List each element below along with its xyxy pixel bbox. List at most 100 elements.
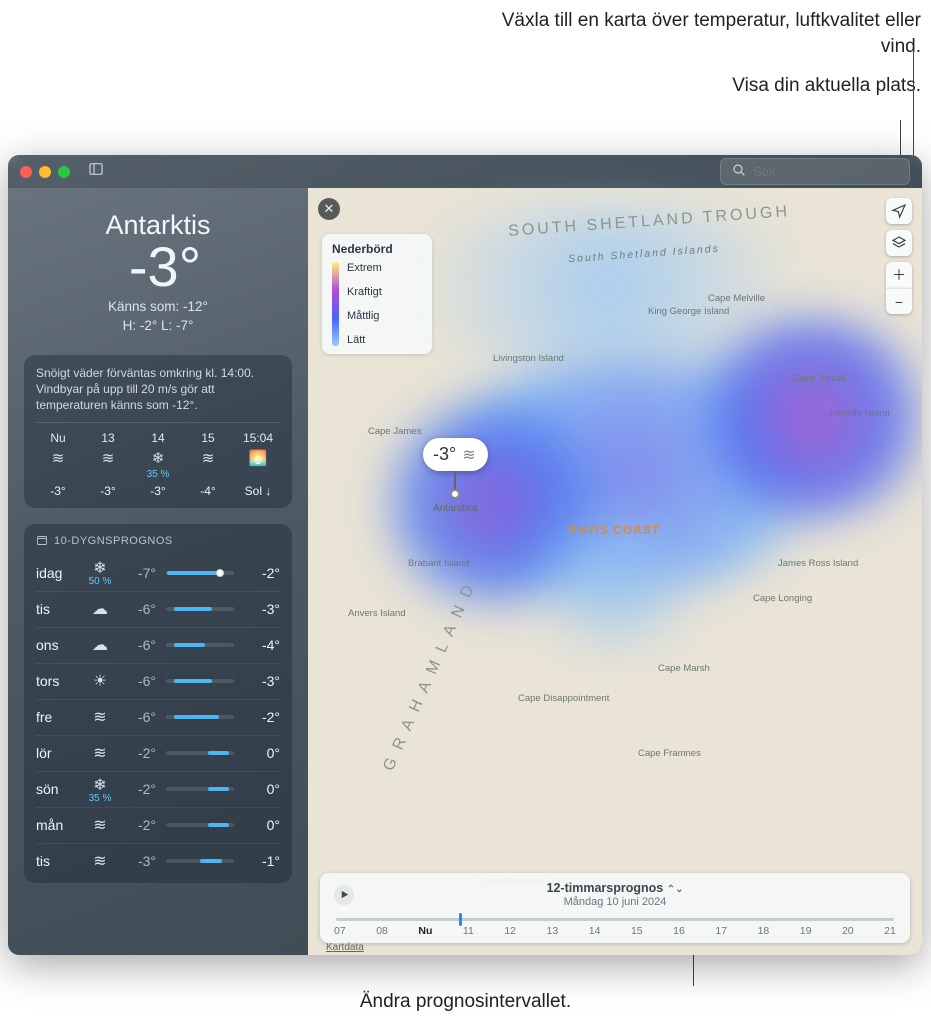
map-place-label: Joinville Island <box>828 408 890 419</box>
snow-icon: ❄ <box>136 449 180 467</box>
daily-row[interactable]: tis ☁ -6° -3° <box>36 591 280 627</box>
map-place-label: Cape Melville <box>708 293 765 304</box>
timeline-tick: 14 <box>589 925 601 937</box>
weather-app-window: Antarktis -3° Känns som: -12° H: -2° L: … <box>8 155 922 955</box>
minimize-window-button[interactable] <box>39 166 51 178</box>
forecast-summary: Snöigt väder förväntas omkring kl. 14:00… <box>36 365 280 423</box>
daily-row[interactable]: fre ≋ -6° -2° <box>36 699 280 735</box>
day-label: sön <box>36 781 80 797</box>
map-place-label: Cape Longing <box>753 593 812 604</box>
location-pin[interactable]: -3° ≋ Antarctica <box>423 438 488 514</box>
wind-icon: ≋ <box>36 449 80 467</box>
map-place-label: Cape Juncal <box>793 373 846 384</box>
low-temp: -2° <box>120 745 156 761</box>
map-place-label: Anvers Island <box>348 608 406 619</box>
hour-label: 14 <box>136 431 180 445</box>
sunset-icon: 🌅 <box>236 449 280 467</box>
legend-level: Kraftigt <box>347 286 382 298</box>
snow-icon: ❄50 % <box>80 558 120 587</box>
high-temp: 0° <box>244 817 280 833</box>
precip-chance <box>186 469 230 480</box>
day-label: mån <box>36 817 80 833</box>
daily-row[interactable]: sön ❄35 % -2° 0° <box>36 771 280 807</box>
precip-chance <box>36 469 80 480</box>
daily-row[interactable]: idag ❄50 % -7° -2° <box>36 555 280 591</box>
daily-row[interactable]: tis ≋ -3° -1° <box>36 843 280 879</box>
timeline-now-marker[interactable] <box>459 913 462 926</box>
day-label: ons <box>36 637 80 653</box>
legend-level: Extrem <box>347 262 382 274</box>
map-label: DAVIS COAST <box>568 523 660 537</box>
map-place-label: Cape James <box>368 426 421 437</box>
timeline-tick: 20 <box>842 925 854 937</box>
temp-range-bar <box>166 787 234 791</box>
wind-icon: ≋ <box>462 445 475 465</box>
timeline-tick: 07 <box>334 925 346 937</box>
map-place-label: Brabant Island <box>408 558 469 569</box>
high-temp: -1° <box>244 853 280 869</box>
high-low: H: -2° L: -7° <box>24 318 292 333</box>
temp-range-bar <box>166 679 234 683</box>
fullscreen-window-button[interactable] <box>58 166 70 178</box>
map-attribution-link[interactable]: Kartdata <box>326 942 364 953</box>
forecast-timeline: 12-timmarsprognos ⌃⌄ Måndag 10 juni 2024… <box>320 873 910 943</box>
callout-locate: Visa din aktuella plats. <box>461 73 921 99</box>
low-temp: -3° <box>120 853 156 869</box>
precip-chance: 35 % <box>136 469 180 480</box>
wind-icon: ≋ <box>80 851 120 871</box>
calendar-icon <box>36 534 48 549</box>
precipitation-map[interactable]: ✕ Nederbörd ExtremKraftigtMåttligLätt ＋ … <box>308 188 922 955</box>
legend-level: Måttlig <box>347 310 382 322</box>
map-layers-button[interactable] <box>886 230 912 256</box>
locate-me-button[interactable] <box>886 198 912 224</box>
hour-label: 13 <box>86 431 130 445</box>
zoom-out-button[interactable]: − <box>886 288 912 314</box>
hourly-forecast-card[interactable]: Snöigt väder förväntas omkring kl. 14:00… <box>24 355 292 508</box>
daily-row[interactable]: lör ≋ -2° 0° <box>36 735 280 771</box>
pin-temp: -3° <box>433 444 456 465</box>
day-label: tis <box>36 601 80 617</box>
hourly-item[interactable]: 15:04 🌅 Sol ↓ <box>236 431 280 498</box>
hourly-item[interactable]: 15 ≋ -4° <box>186 431 230 498</box>
timeline-tick: 16 <box>673 925 685 937</box>
hourly-item[interactable]: 14 ❄ 35 % -3° <box>136 431 180 498</box>
hourly-item[interactable]: 13 ≋ -3° <box>86 431 130 498</box>
timeline-tick: 15 <box>631 925 643 937</box>
callout-interval: Ändra prognosintervallet. <box>0 991 931 1013</box>
search-input[interactable] <box>753 164 899 179</box>
zoom-in-button[interactable]: ＋ <box>886 262 912 288</box>
temp-range-bar <box>166 751 234 755</box>
timeline-tick: 11 <box>463 925 474 937</box>
ten-day-forecast-card[interactable]: 10-DYGNSPROGNOS idag ❄50 % -7° -2°tis ☁ … <box>24 524 292 883</box>
timeline-slider[interactable] <box>336 918 894 921</box>
close-window-button[interactable] <box>20 166 32 178</box>
wind-icon: ≋ <box>80 707 120 727</box>
high-temp: -4° <box>244 637 280 653</box>
titlebar <box>8 155 922 188</box>
map-place-label: James Ross Island <box>778 558 858 569</box>
temp-range-bar <box>166 571 234 575</box>
map-place-label: King George Island <box>648 306 729 317</box>
daily-row[interactable]: tors ☀ -6° -3° <box>36 663 280 699</box>
window-controls <box>20 166 70 178</box>
hourly-item[interactable]: Nu ≋ -3° <box>36 431 80 498</box>
daily-row[interactable]: ons ☁ -6° -4° <box>36 627 280 663</box>
high-temp: -2° <box>244 709 280 725</box>
daily-row[interactable]: mån ≋ -2° 0° <box>36 807 280 843</box>
hour-temp: Sol ↓ <box>236 484 280 498</box>
timeline-title[interactable]: 12-timmarsprognos <box>547 881 664 895</box>
wind-icon: ≋ <box>80 743 120 763</box>
timeline-tick: 19 <box>800 925 812 937</box>
sidebar-toggle-icon[interactable] <box>88 161 104 182</box>
play-button[interactable] <box>334 885 354 905</box>
wind-icon: ≋ <box>80 815 120 835</box>
low-temp: -7° <box>120 565 156 581</box>
low-temp: -6° <box>120 709 156 725</box>
legend-level: Lätt <box>347 334 382 346</box>
daily-heading: 10-DYGNSPROGNOS <box>54 535 173 547</box>
temp-range-bar <box>166 643 234 647</box>
close-map-button[interactable]: ✕ <box>318 198 340 220</box>
day-label: fre <box>36 709 80 725</box>
search-field[interactable] <box>720 158 910 185</box>
chevron-updown-icon: ⌃⌄ <box>667 884 684 895</box>
